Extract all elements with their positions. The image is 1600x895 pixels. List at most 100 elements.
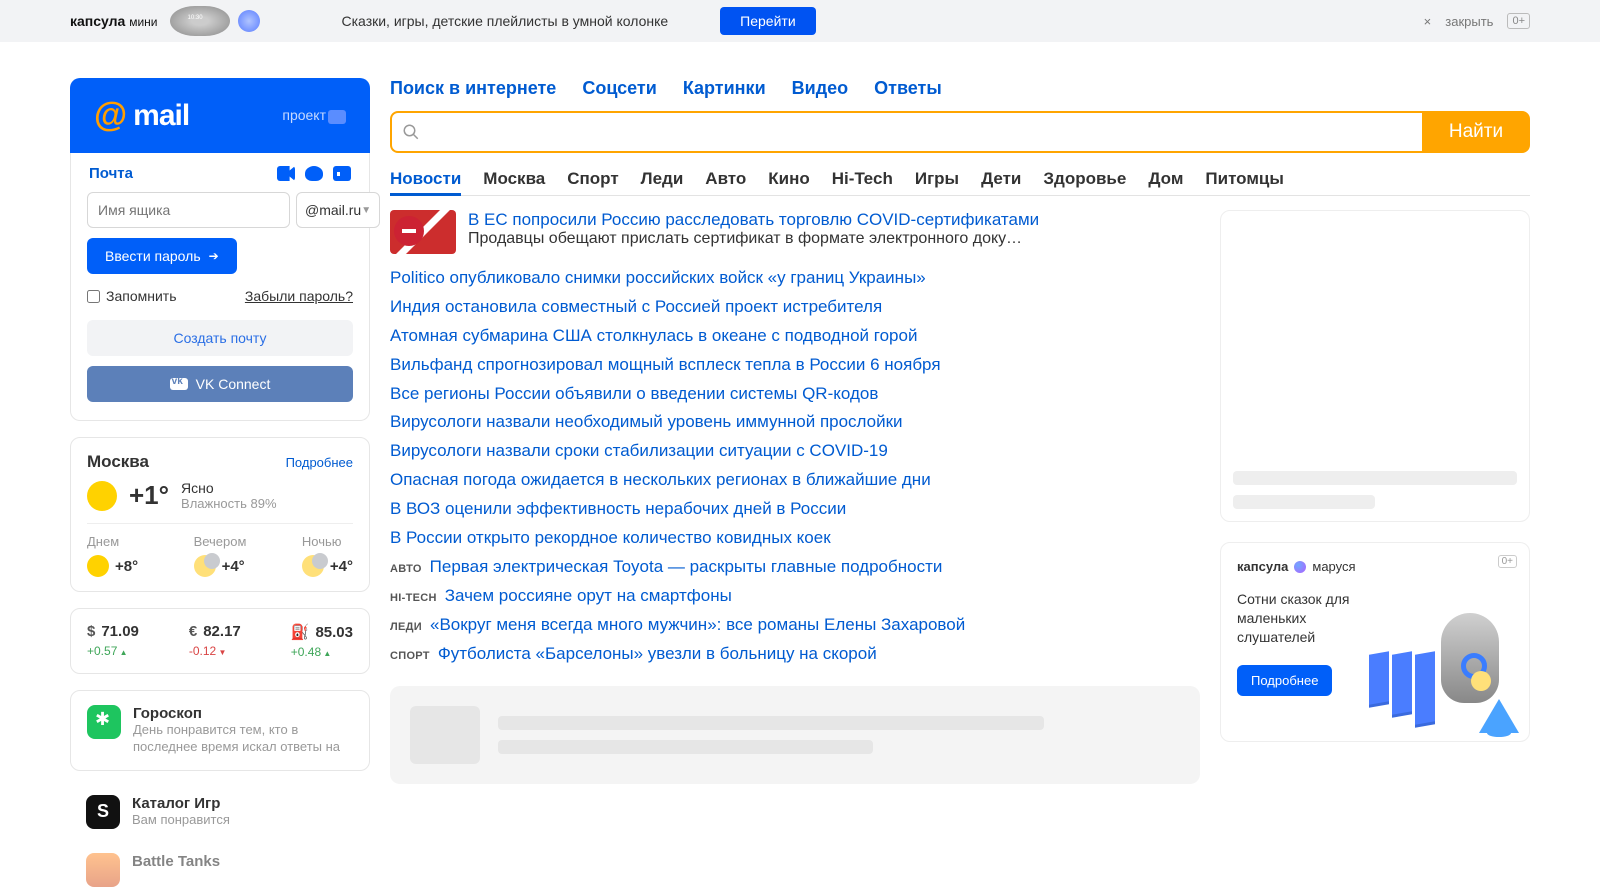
sun-icon — [87, 481, 117, 511]
news-item: В России открыто рекордное количество ко… — [390, 524, 1200, 553]
promo-go-button[interactable]: Перейти — [720, 7, 815, 35]
tab-search-web[interactable]: Поиск в интернете — [390, 78, 556, 99]
rate-oil: ⛽85.03 +0.48 — [291, 623, 353, 659]
at-icon: @ — [94, 96, 127, 135]
news-item: Вирусологи назвали необходимый уровень и… — [390, 408, 1200, 437]
mail-title[interactable]: Почта — [89, 165, 133, 182]
tab-auto[interactable]: Авто — [705, 169, 746, 189]
weather-evening[interactable]: Вечером +4° — [194, 534, 247, 577]
headline-title[interactable]: В ЕС попросили Россию расследовать торго… — [468, 210, 1039, 229]
weather-humidity: Влажность 89% — [181, 496, 276, 511]
news-item: Вирусологи назвали сроки стабилизации си… — [390, 437, 1200, 466]
cone-icon — [1479, 699, 1519, 733]
promo-logo: капсула мини — [70, 13, 158, 29]
assistant-orb-icon — [238, 10, 260, 32]
speaker-icon — [170, 6, 230, 36]
create-mail-button[interactable]: Создать почту — [87, 320, 353, 356]
tab-home[interactable]: Дом — [1148, 169, 1183, 189]
news-category-tabs: Новости Москва Спорт Леди Авто Кино Hi-T… — [390, 169, 1530, 196]
tab-answers[interactable]: Ответы — [874, 78, 942, 99]
rate-eur: €82.17 -0.12 — [189, 623, 241, 659]
tab-sport[interactable]: Спорт — [567, 169, 618, 189]
tab-health[interactable]: Здоровье — [1043, 169, 1126, 189]
tab-cinema[interactable]: Кино — [768, 169, 809, 189]
news-item: Все регионы России объявили о введении с… — [390, 380, 1200, 409]
games-subtitle: Вам понравится — [132, 812, 230, 829]
content-loader — [390, 686, 1200, 784]
weather-day[interactable]: Днем +8° — [87, 534, 138, 577]
news-item: Опасная погода ожидается в нескольких ре… — [390, 466, 1200, 495]
horoscope-card[interactable]: Гороскоп День понравится тем, кто в посл… — [70, 690, 370, 771]
promo-logo-bold: капсула — [70, 13, 125, 29]
search-icon — [402, 123, 420, 141]
news-item-sport: Футболиста «Барселоны» увезли в больницу… — [390, 640, 1200, 669]
search-input[interactable] — [390, 111, 1422, 153]
currency-card[interactable]: $71.09 +0.57 €82.17 -0.12 ⛽85.03 +0.48 — [70, 608, 370, 674]
promo-text: Сказки, игры, детские плейлисты в умной … — [342, 13, 669, 29]
skeleton-image — [1233, 223, 1517, 461]
news-item-lady: «Вокруг меня всегда много мужчин»: все р… — [390, 611, 1200, 640]
ad-skeleton-card — [1220, 210, 1530, 522]
skeleton-thumb — [410, 706, 480, 764]
tab-kids[interactable]: Дети — [981, 169, 1021, 189]
games-catalog-card[interactable]: S Каталог Игр Вам понравится — [70, 787, 370, 829]
promo-logo-thin: мини — [129, 15, 157, 29]
battle-tanks-title: Battle Tanks — [132, 853, 220, 870]
domain-select[interactable]: @mail.ru ▼ — [296, 192, 380, 228]
marusya-brand2: маруся — [1312, 559, 1355, 574]
moon-cloud-icon — [194, 555, 216, 577]
weather-city[interactable]: Москва — [87, 452, 149, 472]
horoscope-title: Гороскоп — [133, 705, 202, 722]
news-item: Атомная субмарина США столкнулась в океа… — [390, 322, 1200, 351]
weather-night[interactable]: Ночью +4° — [302, 534, 353, 577]
remember-checkbox-label[interactable]: Запомнить — [87, 288, 177, 304]
tab-social[interactable]: Соцсети — [582, 78, 657, 99]
skeleton-line — [1233, 471, 1517, 485]
weather-condition: Ясно — [181, 480, 276, 496]
promo-close-label[interactable]: закрыть — [1445, 14, 1493, 29]
promo-close-x[interactable]: × — [1424, 14, 1432, 29]
oil-icon: ⛽ — [291, 623, 310, 641]
news-headline[interactable]: В ЕС попросили Россию расследовать торго… — [390, 210, 1200, 254]
video-call-icon[interactable] — [277, 166, 295, 181]
arrow-right-icon: ➔ — [209, 249, 219, 263]
search-row: Найти — [390, 111, 1530, 153]
calendar-icon[interactable] — [333, 166, 351, 181]
horoscope-text: День понравится тем, кто в последнее вре… — [133, 722, 353, 756]
enter-password-button[interactable]: Ввести пароль ➔ — [87, 238, 237, 274]
tab-images[interactable]: Картинки — [683, 78, 766, 99]
tab-video[interactable]: Видео — [792, 78, 849, 99]
tab-pets[interactable]: Питомцы — [1205, 169, 1283, 189]
tab-moscow[interactable]: Москва — [483, 169, 545, 189]
news-item-auto: Первая электрическая Toyota — раскрыты г… — [390, 553, 1200, 582]
skeleton-line — [1233, 495, 1375, 509]
mail-card: @ mail проект Почта — [70, 78, 370, 421]
cloud-icon[interactable] — [305, 166, 323, 181]
usd-icon: $ — [87, 623, 95, 640]
sun-icon — [87, 555, 109, 577]
forgot-password-link[interactable]: Забыли пароль? — [245, 288, 353, 304]
weather-temp: +1° — [129, 480, 169, 511]
rate-usd: $71.09 +0.57 — [87, 623, 139, 659]
news-item: В ВОЗ оценили эффективность нерабочих дн… — [390, 495, 1200, 524]
vk-connect-button[interactable]: VK Connect — [87, 366, 353, 402]
marusya-more-button[interactable]: Подробнее — [1237, 665, 1332, 696]
weather-more-link[interactable]: Подробнее — [286, 455, 353, 470]
headline-thumbnail-icon — [390, 210, 456, 254]
tab-lady[interactable]: Леди — [641, 169, 684, 189]
ball-icon — [1471, 671, 1491, 691]
tab-news[interactable]: Новости — [390, 169, 461, 196]
speaker-device-icon — [1441, 613, 1499, 703]
mailbox-input[interactable] — [87, 192, 290, 228]
tab-hitech[interactable]: Hi-Tech — [832, 169, 893, 189]
headline-subtitle: Продавцы обещают прислать сертификат в ф… — [468, 230, 1028, 248]
tab-games[interactable]: Игры — [915, 169, 959, 189]
eur-icon: € — [189, 623, 197, 640]
marusya-promo-card[interactable]: 0+ капсула маруся Сотни сказок для мален… — [1220, 542, 1530, 742]
battle-tanks-card[interactable]: Battle Tanks — [70, 845, 370, 887]
news-item: Индия остановила совместный с Россией пр… — [390, 293, 1200, 322]
remember-checkbox[interactable] — [87, 290, 100, 303]
search-button[interactable]: Найти — [1422, 111, 1530, 153]
skeleton-line — [498, 716, 1044, 730]
mail-logo-block[interactable]: @ mail проект — [70, 78, 370, 153]
